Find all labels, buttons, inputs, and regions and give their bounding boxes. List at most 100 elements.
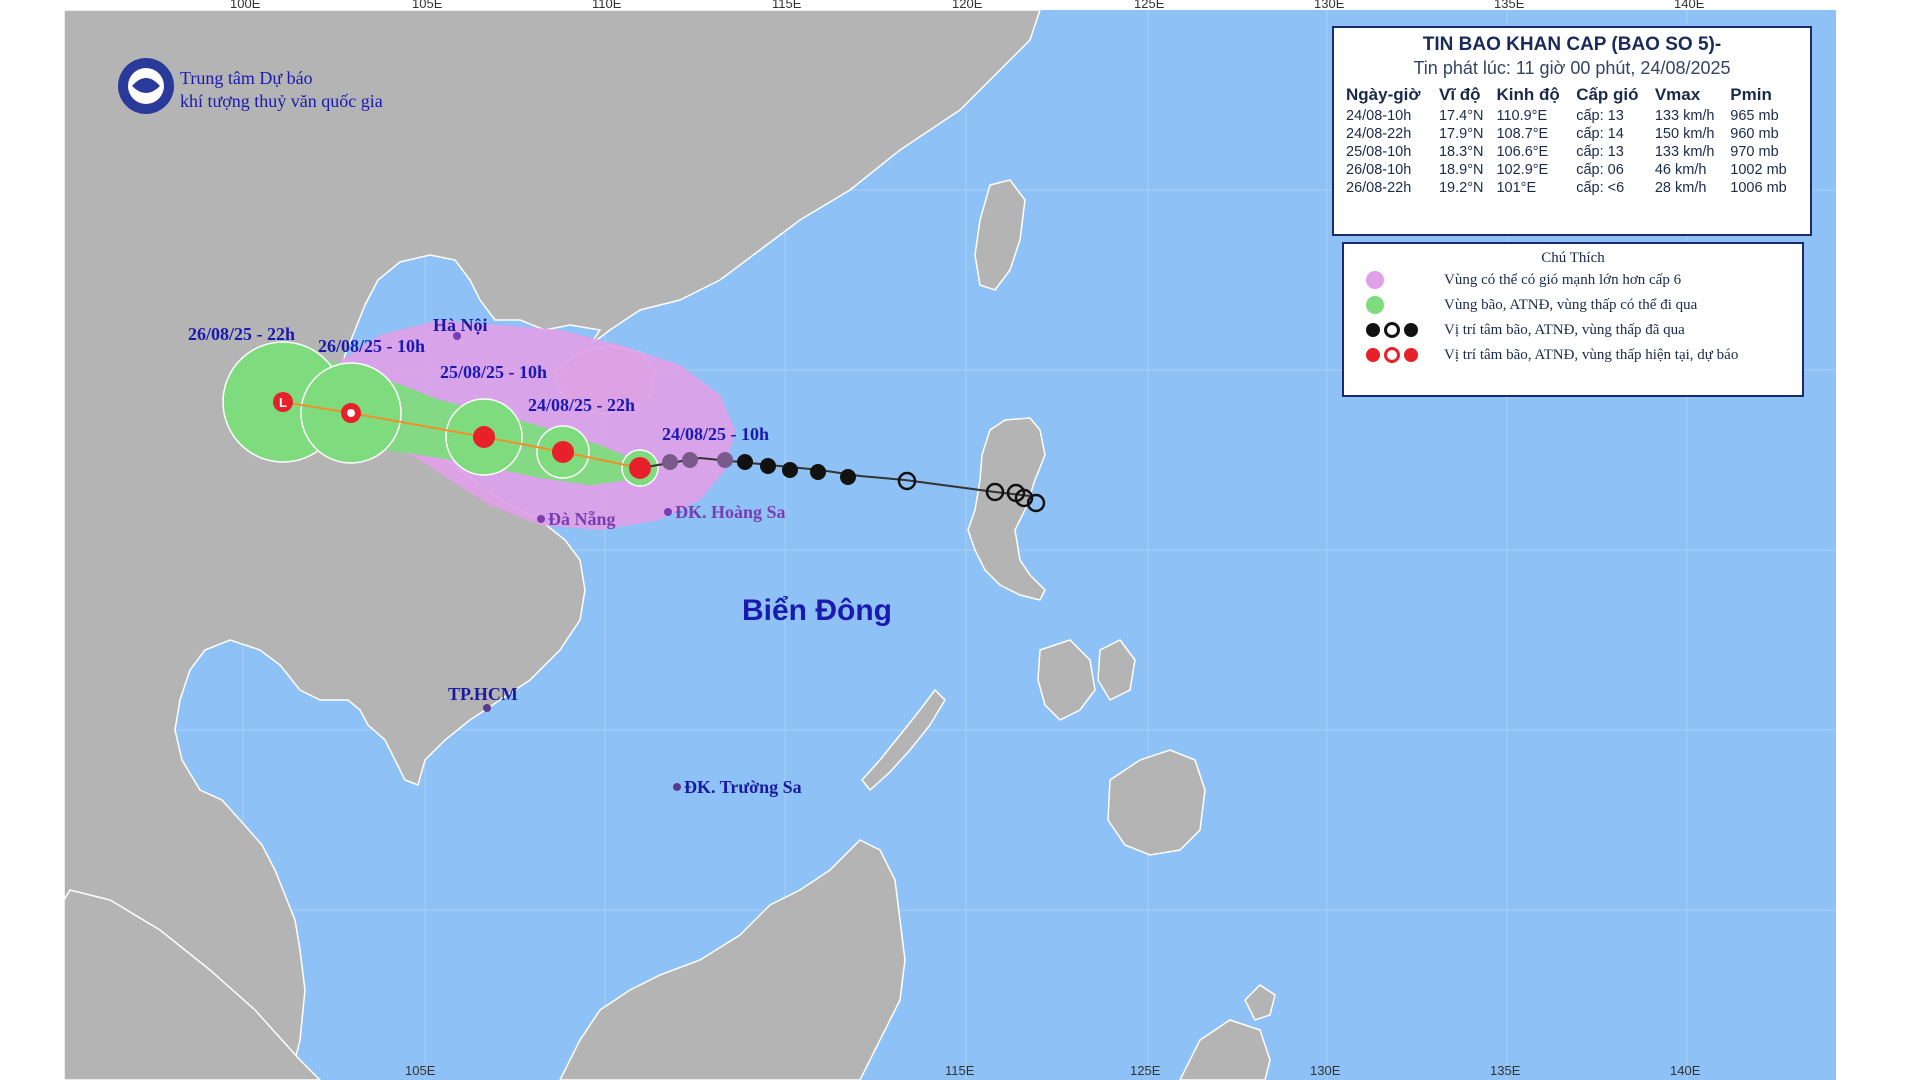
- cell-lon: 101°E: [1494, 179, 1574, 197]
- forecast-table-header: Ngày-giờ Vĩ độ Kinh độ Cấp gió Vmax Pmin: [1344, 83, 1800, 107]
- header-lat: Vĩ độ: [1437, 83, 1494, 107]
- forecast-storm-icon: [552, 441, 574, 463]
- legend-item: Vùng có thể có gió mạnh lớn hơn cấp 6: [1354, 268, 1792, 292]
- bottom-tick-label: 140E: [1670, 1063, 1701, 1078]
- agency-logo: [118, 58, 174, 114]
- bottom-tick-label: 125E: [1130, 1063, 1161, 1078]
- top-tick-label: 135E: [1494, 0, 1525, 11]
- table-row: 26/08-22h 19.2°N 101°E cấp: <6 28 km/h 1…: [1344, 179, 1800, 197]
- cell-wind-level: cấp: 06: [1574, 161, 1653, 179]
- past-storm-icon: [760, 458, 776, 474]
- cell-lat: 17.4°N: [1437, 107, 1494, 125]
- cell-vmax: 28 km/h: [1653, 179, 1728, 197]
- cell-wind-level: cấp: <6: [1574, 179, 1653, 197]
- current-depression-icon: [1384, 347, 1400, 363]
- cell-lon: 108.7°E: [1494, 125, 1574, 143]
- header-datetime: Ngày-giờ: [1344, 83, 1437, 107]
- time-label-t0: 24/08/25 - 10h: [662, 424, 769, 444]
- header-pmin: Pmin: [1728, 83, 1800, 107]
- bulletin-issued-time: Tin phát lúc: 11 giờ 00 phút, 24/08/2025: [1344, 58, 1800, 79]
- danang-dot: [537, 515, 545, 523]
- past-storm-icon: [662, 454, 678, 470]
- bottom-tick-label: 105E: [405, 1063, 436, 1078]
- agency-line2: khí tượng thuỷ văn quốc gia: [180, 91, 383, 111]
- cell-pmin: 1006 mb: [1728, 179, 1800, 197]
- header-vmax: Vmax: [1653, 83, 1728, 107]
- cell-lon: 102.9°E: [1494, 161, 1574, 179]
- cell-lat: 18.3°N: [1437, 143, 1494, 161]
- cell-lon: 106.6°E: [1494, 143, 1574, 161]
- cell-datetime: 24/08-10h: [1344, 107, 1437, 125]
- legend-item-text: Vùng có thể có gió mạnh lớn hơn cấp 6: [1444, 272, 1681, 289]
- legend-item-text: Vùng bão, ATNĐ, vùng thấp có thể đi qua: [1444, 297, 1697, 314]
- cell-vmax: 46 km/h: [1653, 161, 1728, 179]
- cell-vmax: 150 km/h: [1653, 125, 1728, 143]
- cell-lat: 18.9°N: [1437, 161, 1494, 179]
- cell-datetime: 26/08-22h: [1344, 179, 1437, 197]
- top-tick-label: 110E: [592, 0, 622, 11]
- time-label-t3: 26/08/25 - 10h: [318, 336, 425, 356]
- legend-item-text: Vị trí tâm bão, ATNĐ, vùng thấp hiện tại…: [1444, 347, 1738, 364]
- hanoi-label: Hà Nội: [433, 315, 488, 335]
- cell-datetime: 25/08-10h: [1344, 143, 1437, 161]
- cell-datetime: 26/08-10h: [1344, 161, 1437, 179]
- header-wind-level: Cấp gió: [1574, 83, 1653, 107]
- top-tick-label: 130E: [1314, 0, 1345, 11]
- past-storm-icon: [682, 452, 698, 468]
- current-storm-icon: [1366, 348, 1380, 362]
- current-storm-icon: [629, 457, 651, 479]
- sea-name-label: Biển Đông: [742, 594, 892, 627]
- table-row: 25/08-10h 18.3°N 106.6°E cấp: 13 133 km/…: [1344, 143, 1800, 161]
- legend-panel: Chú Thích Vùng có thể có gió mạnh lớn hơ…: [1342, 242, 1804, 397]
- cell-wind-level: cấp: 14: [1574, 125, 1653, 143]
- agency-line1: Trung tâm Dự báo: [180, 68, 313, 88]
- time-label-t4: 26/08/25 - 22h: [188, 324, 295, 344]
- top-tick-label: 115E: [772, 0, 802, 11]
- top-tick-label: 100E: [230, 0, 261, 11]
- time-label-t2: 25/08/25 - 10h: [440, 362, 547, 382]
- cell-lat: 17.9°N: [1437, 125, 1494, 143]
- bottom-tick-label: 135E: [1490, 1063, 1521, 1078]
- cell-lon: 110.9°E: [1494, 107, 1574, 125]
- green-dot-icon: [1366, 296, 1384, 314]
- top-tick-label: 140E: [1674, 0, 1705, 11]
- legend-item: Vùng bão, ATNĐ, vùng thấp có thể đi qua: [1354, 293, 1792, 317]
- legend-item-text: Vị trí tâm bão, ATNĐ, vùng thấp đã qua: [1444, 322, 1685, 339]
- cell-datetime: 24/08-22h: [1344, 125, 1437, 143]
- table-row: 24/08-10h 17.4°N 110.9°E cấp: 13 133 km/…: [1344, 107, 1800, 125]
- past-storm-icon: [1366, 323, 1380, 337]
- past-storm-icon: [840, 469, 856, 485]
- bottom-tick-label: 130E: [1310, 1063, 1341, 1078]
- cell-pmin: 960 mb: [1728, 125, 1800, 143]
- svg-text:L: L: [279, 395, 287, 410]
- top-tick-label: 105E: [412, 0, 443, 11]
- past-storm-icon: [810, 464, 826, 480]
- cell-pmin: 965 mb: [1728, 107, 1800, 125]
- current-low-icon: [1404, 348, 1418, 362]
- bulletin-title: TIN BAO KHAN CAP (BAO SO 5)-: [1344, 34, 1800, 56]
- cell-vmax: 133 km/h: [1653, 143, 1728, 161]
- cell-lat: 19.2°N: [1437, 179, 1494, 197]
- truongsa-dot: [673, 783, 681, 791]
- cell-wind-level: cấp: 13: [1574, 107, 1653, 125]
- purple-dot-icon: [1366, 271, 1384, 289]
- truongsa-label: ĐK. Trường Sa: [684, 777, 802, 797]
- past-low-icon: [1404, 323, 1418, 337]
- top-tick-label: 120E: [952, 0, 983, 11]
- table-row: 24/08-22h 17.9°N 108.7°E cấp: 14 150 km/…: [1344, 125, 1800, 143]
- table-row: 26/08-10h 18.9°N 102.9°E cấp: 06 46 km/h…: [1344, 161, 1800, 179]
- past-storm-icon: [737, 454, 753, 470]
- top-tick-label: 125E: [1134, 0, 1165, 11]
- danang-label: Đà Nẵng: [548, 509, 616, 529]
- hcm-label: TP.HCM: [448, 684, 518, 704]
- past-storm-icon: [717, 452, 733, 468]
- cell-vmax: 133 km/h: [1653, 107, 1728, 125]
- legend-title: Chú Thích: [1354, 250, 1792, 267]
- legend-item: Vị trí tâm bão, ATNĐ, vùng thấp hiện tại…: [1354, 343, 1792, 367]
- bulletin-panel: TIN BAO KHAN CAP (BAO SO 5)- Tin phát lú…: [1332, 26, 1812, 236]
- bottom-tick-label: 115E: [945, 1063, 975, 1078]
- legend-item: Vị trí tâm bão, ATNĐ, vùng thấp đã qua: [1354, 318, 1792, 342]
- forecast-table: Ngày-giờ Vĩ độ Kinh độ Cấp gió Vmax Pmin…: [1344, 83, 1800, 197]
- cell-wind-level: cấp: 13: [1574, 143, 1653, 161]
- past-storm-icon: [782, 462, 798, 478]
